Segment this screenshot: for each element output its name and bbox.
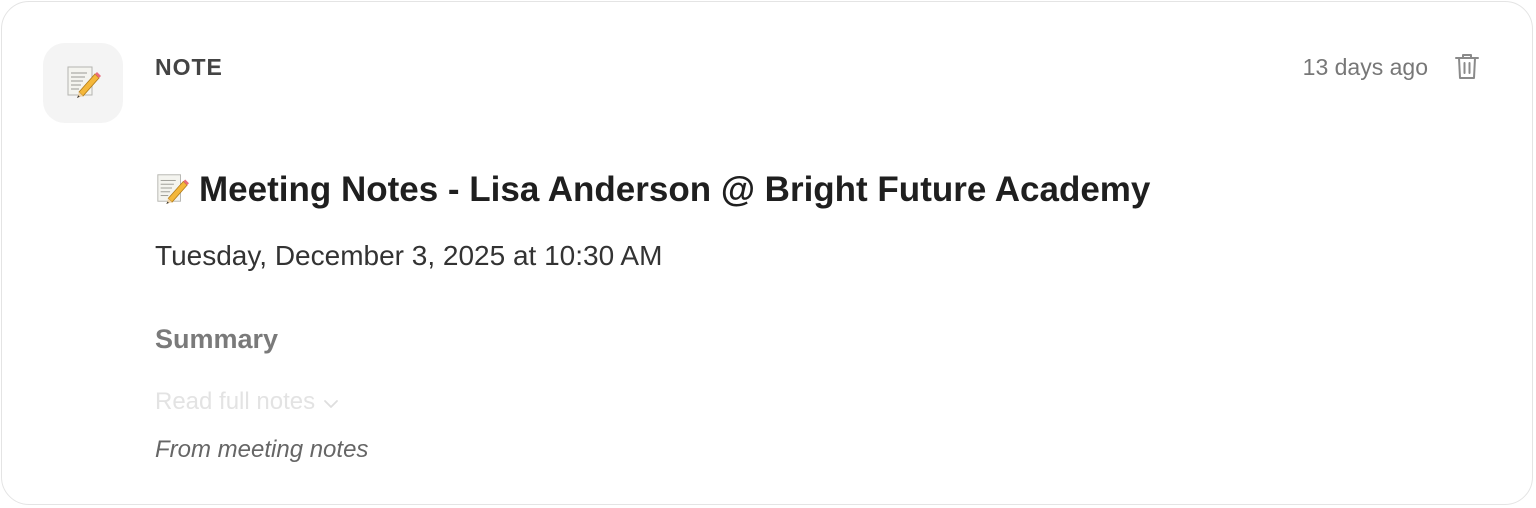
memo-icon [65, 63, 101, 104]
meeting-date: Tuesday, December 3, 2025 at 10:30 AM [155, 240, 663, 271]
read-full-notes-button[interactable]: Read full notes [155, 388, 339, 416]
note-timestamp: 13 days ago [1302, 54, 1428, 80]
note-type-label: NOTE [155, 54, 223, 80]
summary-heading: Summary [155, 324, 279, 354]
note-type-avatar [43, 43, 123, 123]
note-card: NOTE 13 days ago Meeting Notes - Lisa An… [1, 1, 1533, 505]
note-title: Meeting Notes - Lisa Anderson @ Bright F… [199, 170, 1151, 209]
note-title-row: Meeting Notes - Lisa Anderson @ Bright F… [155, 170, 1150, 210]
read-full-notes-label: Read full notes [155, 388, 316, 415]
note-source: From meeting notes [155, 436, 369, 463]
trash-icon [1454, 52, 1480, 85]
chevron-down-icon [323, 388, 339, 416]
delete-button[interactable] [1452, 52, 1482, 84]
memo-icon [155, 171, 189, 210]
